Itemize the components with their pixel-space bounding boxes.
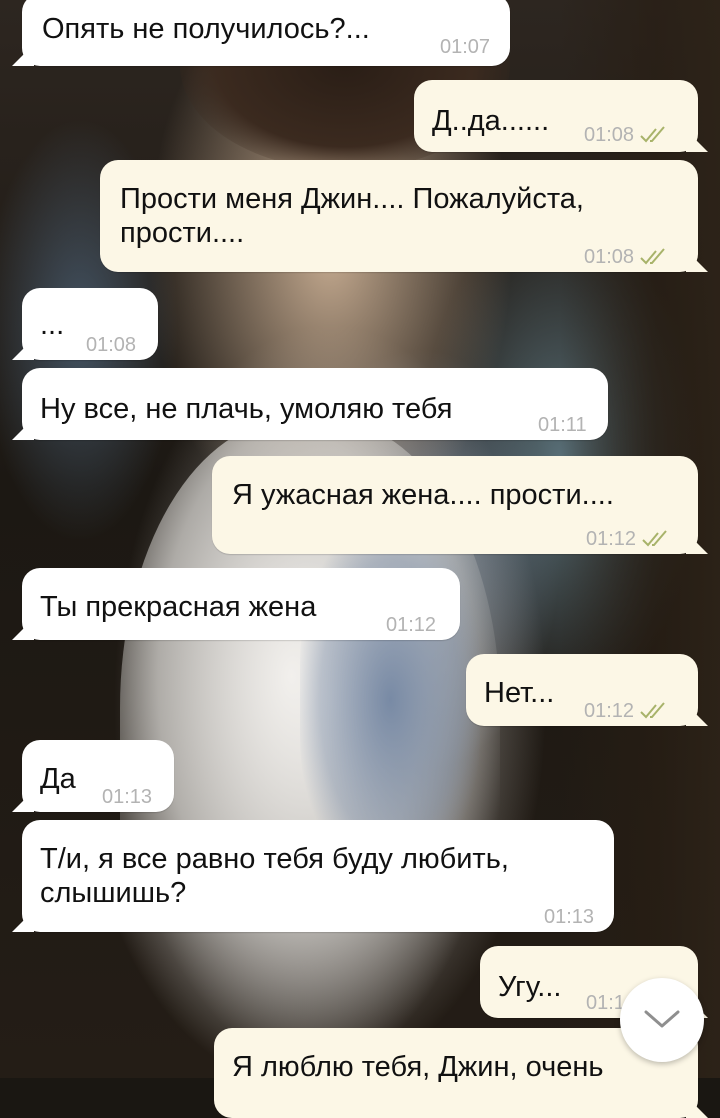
message-time: 01:12 — [586, 522, 674, 556]
message-time: 01:08 — [584, 240, 672, 274]
message-time: 01:08 — [584, 118, 672, 152]
message-bubble-incoming[interactable]: Да 01:13 — [12, 740, 174, 812]
message-time: 01:08 — [86, 334, 137, 356]
message-time: 01:07 — [440, 36, 491, 58]
message-time: 01:13 — [102, 786, 153, 808]
message-text: Ну все, не плачь, умоляю тебя — [40, 393, 453, 425]
message-bubble-outgoing[interactable]: Нет... 01:12 — [466, 654, 708, 728]
double-check-icon — [640, 702, 665, 719]
message-text: Я ужасная жена.... прости.... — [232, 479, 614, 511]
message-time: 01:13 — [544, 906, 595, 928]
message-text: ... — [40, 309, 65, 341]
double-check-icon — [640, 248, 665, 265]
message-bubble-outgoing[interactable]: Я ужасная жена.... прости.... 01:12 — [212, 456, 708, 556]
message-bubble-incoming[interactable]: ... 01:08 — [12, 288, 158, 360]
message-time: 01:12 — [584, 694, 672, 728]
message-text: Т/и, я все равно тебя буду любить, слыши… — [40, 843, 509, 909]
message-text: Я люблю тебя, Джин, очень — [232, 1051, 604, 1083]
double-check-icon — [642, 530, 667, 547]
double-check-icon — [640, 126, 665, 143]
message-bubble-outgoing[interactable]: Прости меня Джин.... Пожалуйста, прости.… — [100, 160, 708, 274]
message-bubble-incoming[interactable]: Опять не получилось?... 01:07 — [12, 0, 510, 66]
message-time: 01:1 — [586, 992, 625, 1014]
message-text: Нет... — [484, 677, 555, 709]
message-time: 01:11 — [538, 414, 587, 436]
message-bubble-outgoing[interactable]: Д..да...... 01:08 — [414, 80, 708, 152]
message-text: Да — [40, 763, 76, 795]
message-text: Опять не получилось?... — [42, 13, 370, 45]
message-text: Ты прекрасная жена — [40, 591, 317, 623]
message-bubble-incoming[interactable]: Т/и, я все равно тебя буду любить, слыши… — [12, 820, 614, 932]
message-text: Д..да...... — [432, 105, 550, 137]
message-text: Угу... — [498, 971, 562, 1003]
chevron-down-icon — [644, 1010, 680, 1028]
message-time: 01:12 — [386, 614, 437, 636]
message-text: Прости меня Джин.... Пожалуйста, прости.… — [120, 183, 584, 249]
message-bubble-incoming[interactable]: Ты прекрасная жена 01:12 — [12, 568, 460, 640]
scroll-to-bottom-button[interactable] — [620, 978, 704, 1062]
message-bubble-incoming[interactable]: Ну все, не плачь, умоляю тебя 01:11 — [12, 368, 608, 440]
